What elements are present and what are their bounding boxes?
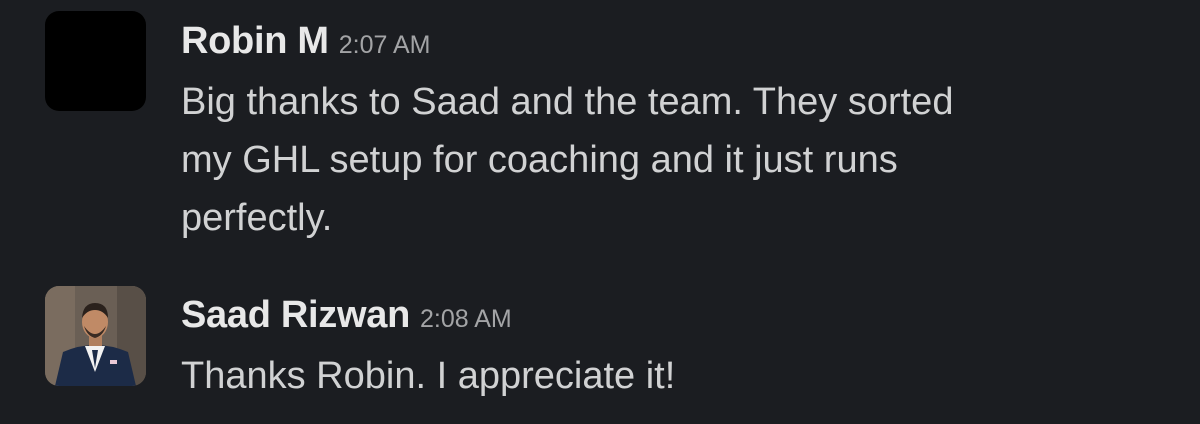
message-header: Saad Rizwan 2:08 AM bbox=[181, 294, 512, 337]
message-header: Robin M 2:07 AM bbox=[181, 20, 430, 63]
timestamp[interactable]: 2:08 AM bbox=[420, 305, 512, 333]
message-robin: Robin M 2:07 AM Big thanks to Saad and th… bbox=[0, 0, 1200, 250]
avatar[interactable] bbox=[45, 11, 146, 111]
message-saad: Saad Rizwan 2:08 AM Thanks Robin. I appre… bbox=[0, 250, 1200, 424]
message-line: my GHL setup for coaching and it just ru… bbox=[181, 139, 898, 181]
message-line: Thanks Robin. I appreciate it! bbox=[181, 355, 676, 397]
message-line: Big thanks to Saad and the team. They so… bbox=[181, 81, 954, 123]
author-name[interactable]: Saad Rizwan bbox=[181, 294, 410, 336]
message-text: Thanks Robin. I appreciate it! bbox=[181, 347, 1171, 405]
author-name[interactable]: Robin M bbox=[181, 20, 329, 62]
avatar[interactable] bbox=[45, 286, 146, 386]
message-line: perfectly. bbox=[181, 197, 333, 239]
message-text: Big thanks to Saad and the team. They so… bbox=[181, 73, 1171, 247]
timestamp[interactable]: 2:07 AM bbox=[339, 31, 431, 59]
profile-photo-icon bbox=[45, 286, 146, 386]
